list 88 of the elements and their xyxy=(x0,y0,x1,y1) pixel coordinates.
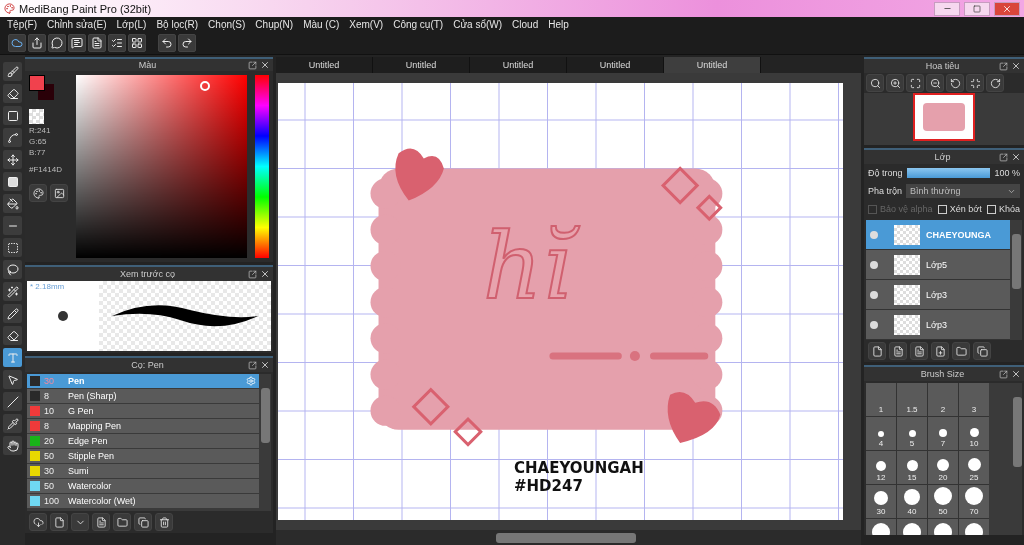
brush-size: 10 xyxy=(44,406,55,416)
brush-size-cell[interactable]: 15 xyxy=(897,451,927,484)
window-title: MediBang Paint Pro (32bit) xyxy=(19,2,153,15)
lettering: hĭ xyxy=(473,203,596,338)
canvas[interactable]: hĭ CHAEYOUNGAH #HD247 xyxy=(278,83,843,520)
menu-item[interactable]: Màu (C) xyxy=(298,19,345,30)
document-tab[interactable]: Untitled xyxy=(664,57,761,73)
brush-item[interactable]: 50 Stipple Pen xyxy=(27,449,259,464)
brush-size: 50 xyxy=(44,451,55,461)
rgb-value: R:241 xyxy=(29,126,52,135)
brush-size-cell[interactable]: 40 xyxy=(897,485,927,518)
layer-item[interactable]: Lớp3 xyxy=(866,310,1010,340)
document-tab[interactable]: Untitled xyxy=(567,57,664,73)
brush-size: 50 xyxy=(44,481,55,491)
menu-item[interactable]: Chụp(N) xyxy=(250,19,299,30)
brush-item[interactable]: 20 Edge Pen xyxy=(27,434,259,449)
panel-title: Cọ: Pen xyxy=(130,360,165,370)
panel-title: Xem trước cọ xyxy=(119,269,176,279)
panel-title: Brush Size xyxy=(919,369,966,379)
brush-name: Edge Pen xyxy=(68,436,109,446)
brush-item[interactable]: 8 Pen (Sharp) xyxy=(27,389,259,404)
rgb-value: B:77 xyxy=(29,148,47,157)
brush-size-cell[interactable]: 4 xyxy=(866,417,896,450)
brush-item[interactable]: 10 G Pen xyxy=(27,404,259,419)
panel-title: Màu xyxy=(137,60,158,70)
opacity-value: 100 % xyxy=(994,168,1020,178)
brush-size-cell[interactable]: 3 xyxy=(959,383,989,416)
brush-name: Stipple Pen xyxy=(68,451,116,461)
brush-name: Pen xyxy=(68,376,86,386)
brush-item[interactable]: 100 Watercolor (Wet) xyxy=(27,494,259,509)
brush-name: Mapping Pen xyxy=(68,421,123,431)
layer-name: Lớp5 xyxy=(926,259,947,270)
brush-size-cell[interactable]: 30 xyxy=(866,485,896,518)
layer-name: Lớp3 xyxy=(926,319,947,330)
panel-title: Hoa tiêu xyxy=(924,61,961,71)
brush-size-cell[interactable]: 25 xyxy=(959,451,989,484)
brush-item[interactable]: 50 Watercolor xyxy=(27,479,259,494)
brush-size-cell[interactable]: 2 xyxy=(928,383,958,416)
brush-size: 30 xyxy=(44,376,55,386)
brush-size-cell[interactable]: 20 xyxy=(928,451,958,484)
document-tab[interactable]: Untitled xyxy=(373,57,470,73)
brush-size-label: * 2.18mm xyxy=(30,282,66,291)
brush-size-cell[interactable]: 5 xyxy=(897,417,927,450)
layer-name: CHAEYOUNGA xyxy=(926,229,991,240)
brush-size-cell[interactable]: 12 xyxy=(866,451,896,484)
brush-size: 8 xyxy=(44,421,50,431)
brush-item[interactable]: 30 Sumi xyxy=(27,464,259,479)
brush-size-cell[interactable]: 1 xyxy=(866,383,896,416)
hex-value: #F1414D xyxy=(29,165,63,174)
menu-item[interactable]: Chọn(S) xyxy=(203,19,251,30)
brush-item[interactable]: 8 Mapping Pen xyxy=(27,419,259,434)
caption-text: CHAEYOUNGAH xyxy=(514,459,644,477)
menu-item[interactable]: Tệp(F) xyxy=(2,19,42,30)
menu-item[interactable]: Help xyxy=(543,19,574,30)
brush-size: 20 xyxy=(44,436,55,446)
menu-item[interactable]: Lớp(L) xyxy=(111,19,152,30)
opacity-label: Độ trong xyxy=(868,168,903,178)
menu-item[interactable]: Bộ lọc(R) xyxy=(151,19,204,30)
brush-name: G Pen xyxy=(68,406,95,416)
brush-name: Sumi xyxy=(68,466,90,476)
brush-size: 30 xyxy=(44,466,55,476)
menu-item[interactable]: Xem(V) xyxy=(344,19,389,30)
menu-item[interactable]: Công cụ(T) xyxy=(388,19,449,30)
brush-size-cell[interactable]: 7 xyxy=(928,417,958,450)
layer-item[interactable]: Lớp3 xyxy=(866,280,1010,310)
blend-dropdown[interactable]: Bình thường xyxy=(906,184,1020,198)
layer-name: Lớp3 xyxy=(926,289,947,300)
layer-option-checkbox[interactable]: Khóa xyxy=(986,204,1020,214)
brush-size-cell[interactable]: 50 xyxy=(928,485,958,518)
document-tab[interactable]: Untitled xyxy=(276,57,373,73)
menu-item[interactable]: Cloud xyxy=(507,19,544,30)
document-tab[interactable]: Untitled xyxy=(470,57,567,73)
brush-size: 100 xyxy=(44,496,61,506)
brush-size-cell[interactable]: 1.5 xyxy=(897,383,927,416)
menu-item[interactable]: Cửa sổ(W) xyxy=(448,19,508,30)
layer-option-checkbox[interactable]: Xén bớt xyxy=(937,204,982,214)
menu-item[interactable]: Chỉnh sửa(E) xyxy=(42,19,112,30)
brush-size-cell[interactable]: 70 xyxy=(959,485,989,518)
brush-size: 8 xyxy=(44,391,50,401)
layer-item[interactable]: Lớp5 xyxy=(866,250,1010,280)
brush-name: Watercolor xyxy=(68,481,113,491)
panel-title: Lớp xyxy=(933,152,952,162)
rgb-value: G:65 xyxy=(29,137,48,146)
caption-text: #HD247 xyxy=(514,477,583,495)
brush-name: Pen (Sharp) xyxy=(68,391,118,401)
blend-label: Pha trộn xyxy=(868,186,903,196)
brush-name: Watercolor (Wet) xyxy=(68,496,137,506)
brush-size-cell[interactable]: 10 xyxy=(959,417,989,450)
